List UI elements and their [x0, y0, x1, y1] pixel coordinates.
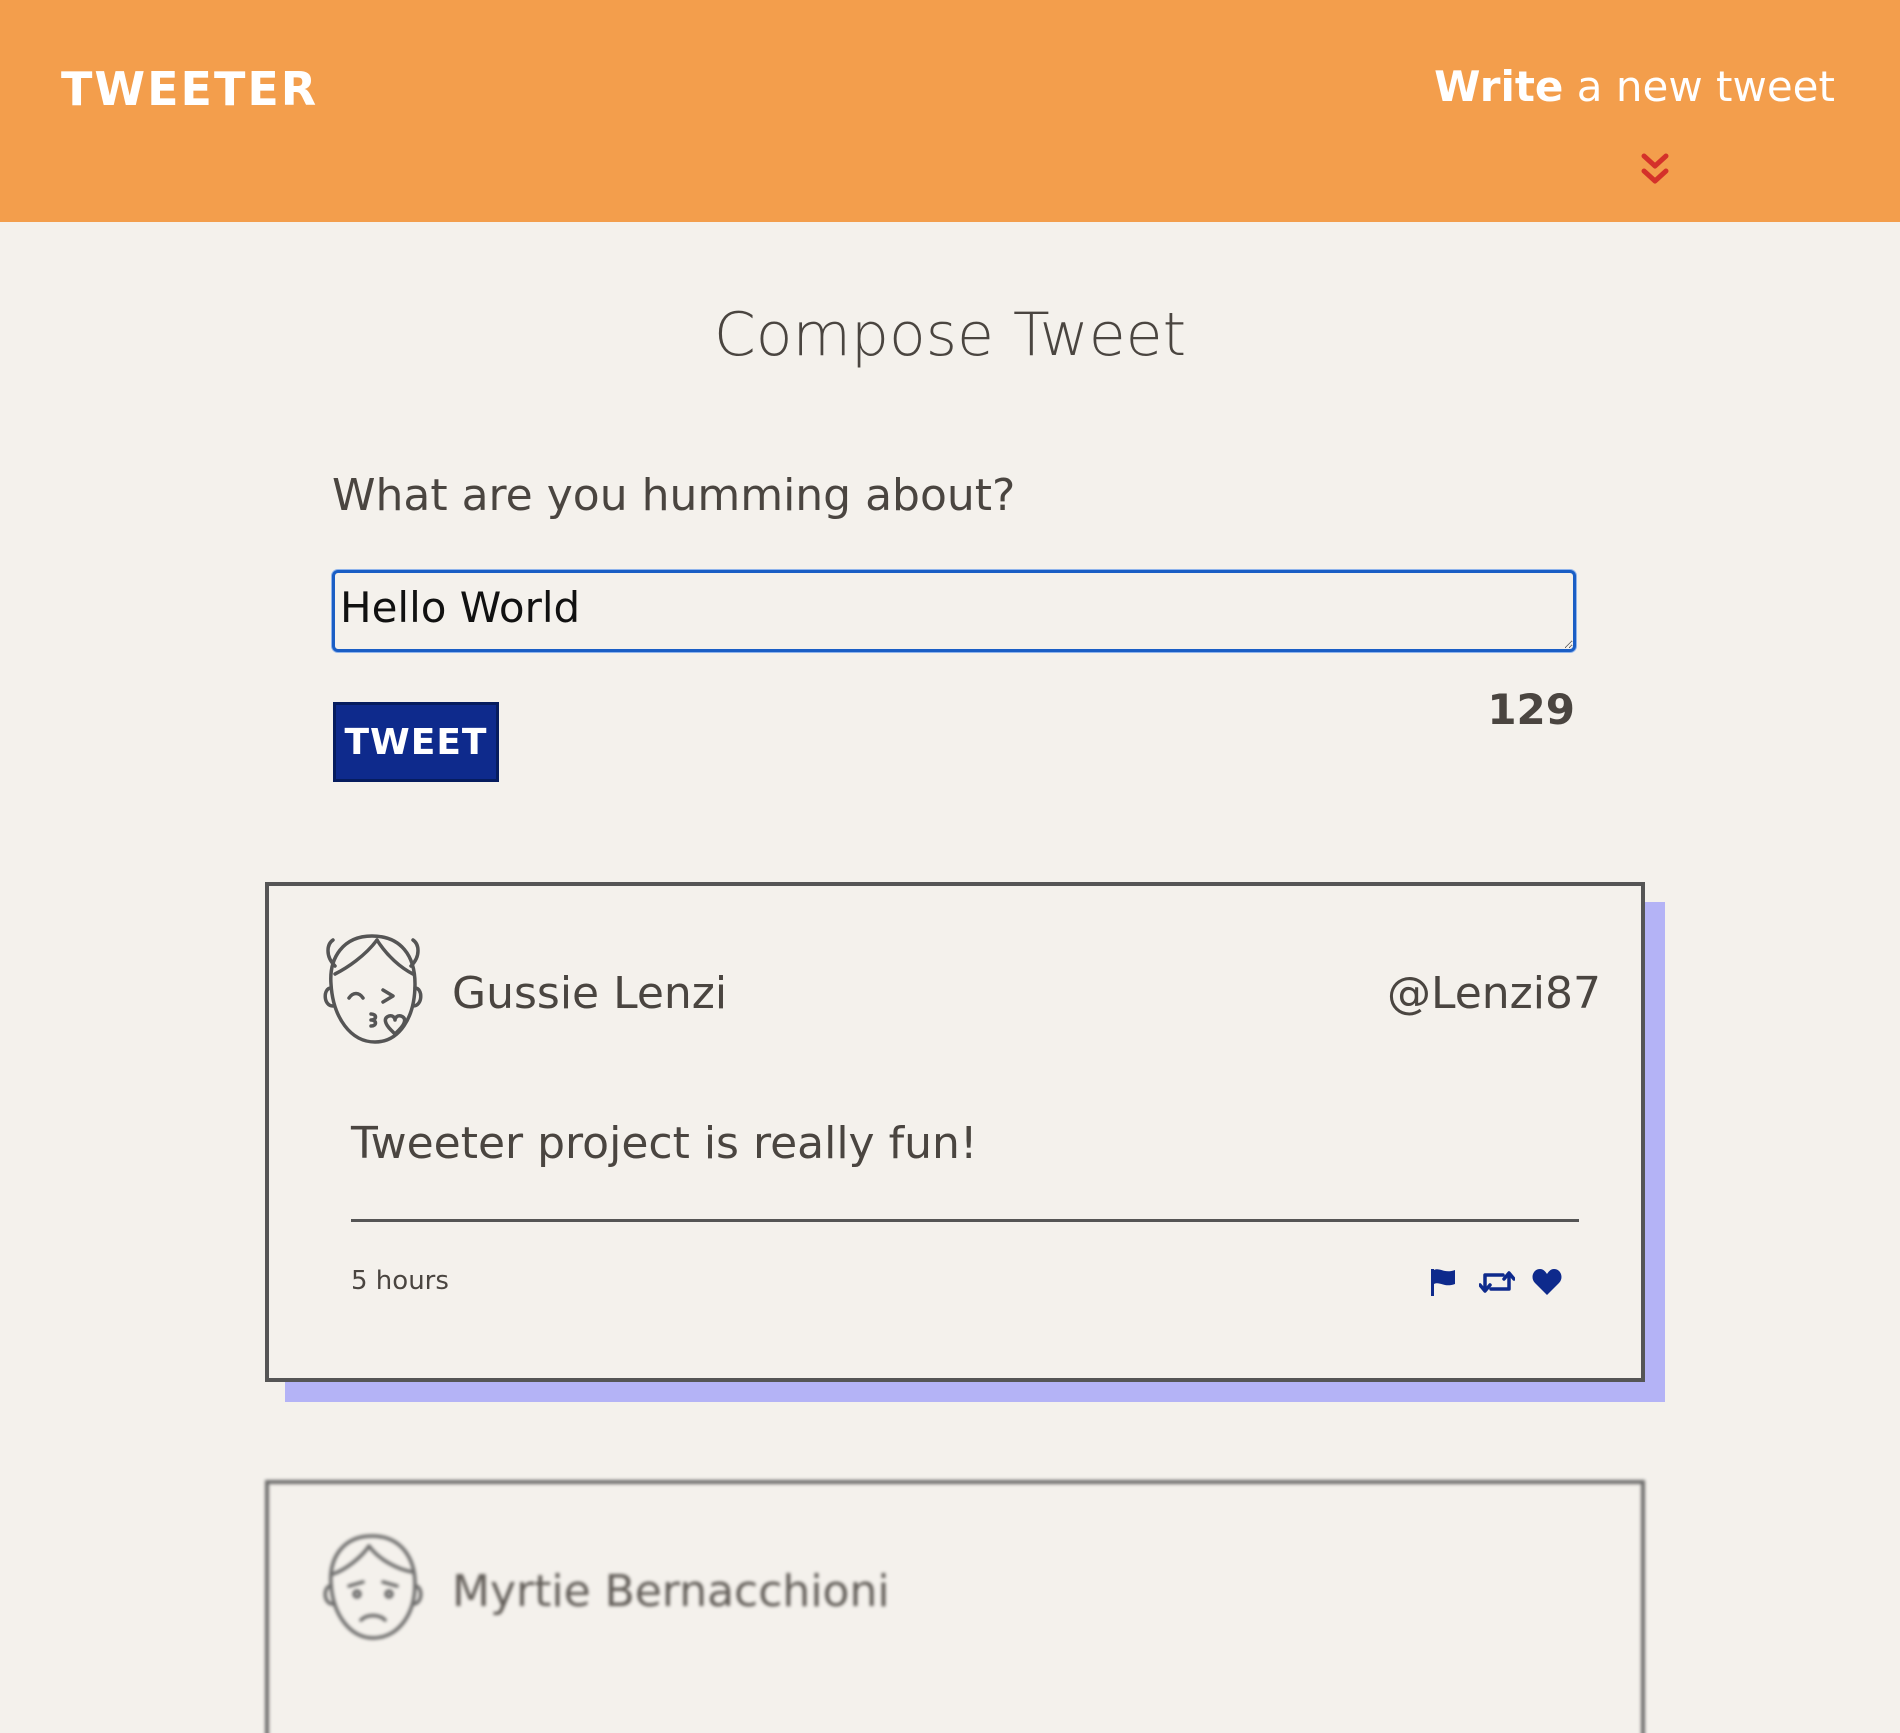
heart-icon[interactable] — [1531, 1266, 1563, 1298]
tweet-timestamp: 5 hours — [351, 1266, 449, 1296]
tweet-actions — [1427, 1266, 1563, 1298]
tweet-card: Gussie Lenzi @Lenzi87 Tweeter project is… — [265, 882, 1645, 1382]
double-chevron-down-icon[interactable] — [1640, 152, 1670, 186]
tweet-button[interactable]: TWEET — [333, 702, 499, 782]
tweet-prompt-label: What are you humming about? — [332, 470, 1016, 521]
brand-logo[interactable]: TWEETER — [61, 62, 318, 116]
sad-face-avatar-icon — [323, 1534, 423, 1640]
char-counter: 129 — [1487, 685, 1575, 734]
tweet-divider — [351, 1219, 1579, 1222]
write-link-bold: Write — [1434, 62, 1564, 111]
flag-icon[interactable] — [1427, 1266, 1459, 1298]
tweet-author-name: Myrtie Bernacchioni — [452, 1566, 890, 1617]
tweet-textarea[interactable]: Hello World — [332, 570, 1576, 652]
tweet-author-handle: @Lenzi87 — [1386, 968, 1601, 1019]
compose-title: Compose Tweet — [713, 300, 1187, 370]
top-nav: TWEETER Write a new tweet — [0, 0, 1900, 222]
retweet-icon[interactable] — [1478, 1266, 1516, 1298]
tweet-card: Myrtie Bernacchioni — [265, 1480, 1645, 1733]
write-new-tweet-link[interactable]: Write a new tweet — [1434, 62, 1835, 111]
kissing-face-avatar-icon — [323, 934, 423, 1044]
tweet-author-name: Gussie Lenzi — [452, 968, 728, 1019]
write-link-rest: a new tweet — [1563, 62, 1835, 111]
tweet-content: Tweeter project is really fun! — [351, 1118, 978, 1169]
